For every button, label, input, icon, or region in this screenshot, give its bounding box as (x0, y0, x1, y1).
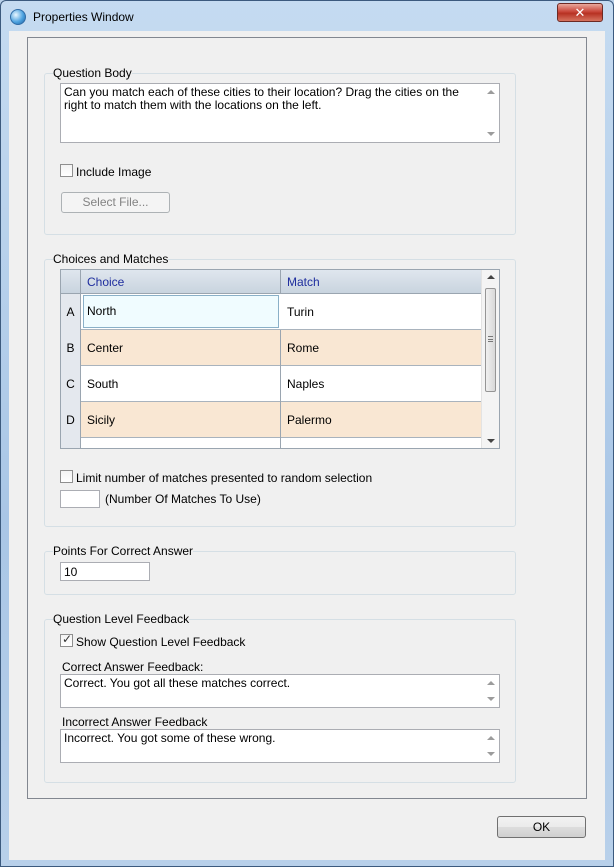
incorrect-feedback-label: Incorrect Answer Feedback (62, 715, 208, 729)
choices-matches-legend: Choices and Matches (53, 252, 169, 266)
ok-button[interactable]: OK (497, 816, 586, 838)
grid-header: Choice Match (61, 270, 481, 294)
show-feedback-label: Show Question Level Feedback (76, 635, 246, 649)
choice-column-header[interactable]: Choice (81, 270, 281, 294)
limit-matches-checkbox[interactable] (60, 470, 73, 483)
choice-cell[interactable]: South (81, 366, 281, 402)
match-column-header[interactable]: Match (281, 270, 481, 294)
question-body-legend: Question Body (53, 66, 132, 80)
row-letter: A (61, 294, 81, 330)
table-row[interactable] (61, 438, 481, 448)
points-group: Points For Correct Answer 10 (44, 544, 516, 595)
scroll-down-icon[interactable] (487, 439, 495, 443)
feedback-legend: Question Level Feedback (53, 612, 190, 626)
window-title: Properties Window (33, 10, 134, 24)
include-image-label: Include Image (76, 165, 152, 179)
question-body-group: Question Body Can you match each of thes… (44, 66, 516, 235)
table-row[interactable]: C South Naples (61, 366, 481, 402)
match-cell[interactable]: Palermo (281, 402, 481, 438)
choice-cell[interactable]: Sicily (81, 402, 281, 438)
limit-matches-label: Limit number of matches presented to ran… (76, 471, 373, 485)
scroll-down-icon[interactable] (487, 132, 495, 136)
correct-feedback-text: Correct. You got all these matches corre… (64, 676, 291, 690)
scroll-up-icon[interactable] (487, 90, 495, 94)
choices-grid[interactable]: Choice Match A North Turin B Center Rome (60, 269, 500, 449)
correct-feedback-label: Correct Answer Feedback: (62, 660, 204, 674)
scroll-up-icon[interactable] (487, 681, 495, 685)
grid-scrollbar[interactable] (481, 270, 499, 448)
table-row[interactable]: B Center Rome (61, 330, 481, 366)
choice-cell[interactable] (81, 438, 281, 448)
matches-to-use-input[interactable] (60, 490, 100, 508)
question-body-text: Can you match each of these cities to th… (64, 85, 459, 112)
scroll-down-icon[interactable] (487, 752, 495, 756)
row-letter: B (61, 330, 81, 366)
close-button[interactable]: ✕ (557, 3, 603, 22)
incorrect-feedback-textarea[interactable]: Incorrect. You got some of these wrong. (60, 729, 500, 763)
grid-corner (61, 270, 81, 294)
table-row[interactable]: D Sicily Palermo (61, 402, 481, 438)
matches-to-use-label: (Number Of Matches To Use) (105, 492, 261, 506)
properties-window: Properties Window ✕ Question Body Can yo… (0, 0, 614, 867)
row-letter (61, 438, 81, 448)
window-client-area: Question Body Can you match each of thes… (9, 31, 605, 860)
properties-panel: Question Body Can you match each of thes… (27, 37, 587, 799)
app-globe-icon (10, 9, 26, 25)
choice-cell[interactable]: North (83, 295, 279, 328)
scroll-up-icon[interactable] (487, 275, 495, 279)
row-letter: D (61, 402, 81, 438)
match-cell[interactable]: Naples (281, 366, 481, 402)
match-cell[interactable] (281, 438, 481, 448)
points-legend: Points For Correct Answer (53, 544, 194, 558)
select-file-button[interactable]: Select File... (61, 192, 170, 213)
incorrect-feedback-scrollbar[interactable] (483, 730, 499, 762)
scrollbar-thumb[interactable] (485, 288, 496, 392)
match-cell[interactable]: Rome (281, 330, 481, 366)
correct-feedback-scrollbar[interactable] (483, 675, 499, 707)
show-feedback-checkbox[interactable] (60, 632, 73, 647)
match-cell[interactable]: Turin (281, 294, 481, 330)
table-row[interactable]: A North Turin (61, 294, 481, 330)
title-bar[interactable]: Properties Window ✕ (1, 1, 613, 31)
points-input[interactable]: 10 (60, 562, 150, 581)
question-body-textarea[interactable]: Can you match each of these cities to th… (60, 83, 500, 143)
grip-icon (488, 336, 493, 342)
correct-feedback-textarea[interactable]: Correct. You got all these matches corre… (60, 674, 500, 708)
include-image-checkbox[interactable] (60, 164, 73, 177)
question-body-scrollbar[interactable] (483, 84, 499, 142)
scroll-up-icon[interactable] (487, 736, 495, 740)
row-letter: C (61, 366, 81, 402)
choice-cell[interactable]: Center (81, 330, 281, 366)
scroll-down-icon[interactable] (487, 697, 495, 701)
feedback-group: Question Level Feedback Show Question Le… (44, 612, 516, 783)
choices-matches-group: Choices and Matches Choice Match A North… (44, 252, 516, 527)
incorrect-feedback-text: Incorrect. You got some of these wrong. (64, 731, 276, 745)
